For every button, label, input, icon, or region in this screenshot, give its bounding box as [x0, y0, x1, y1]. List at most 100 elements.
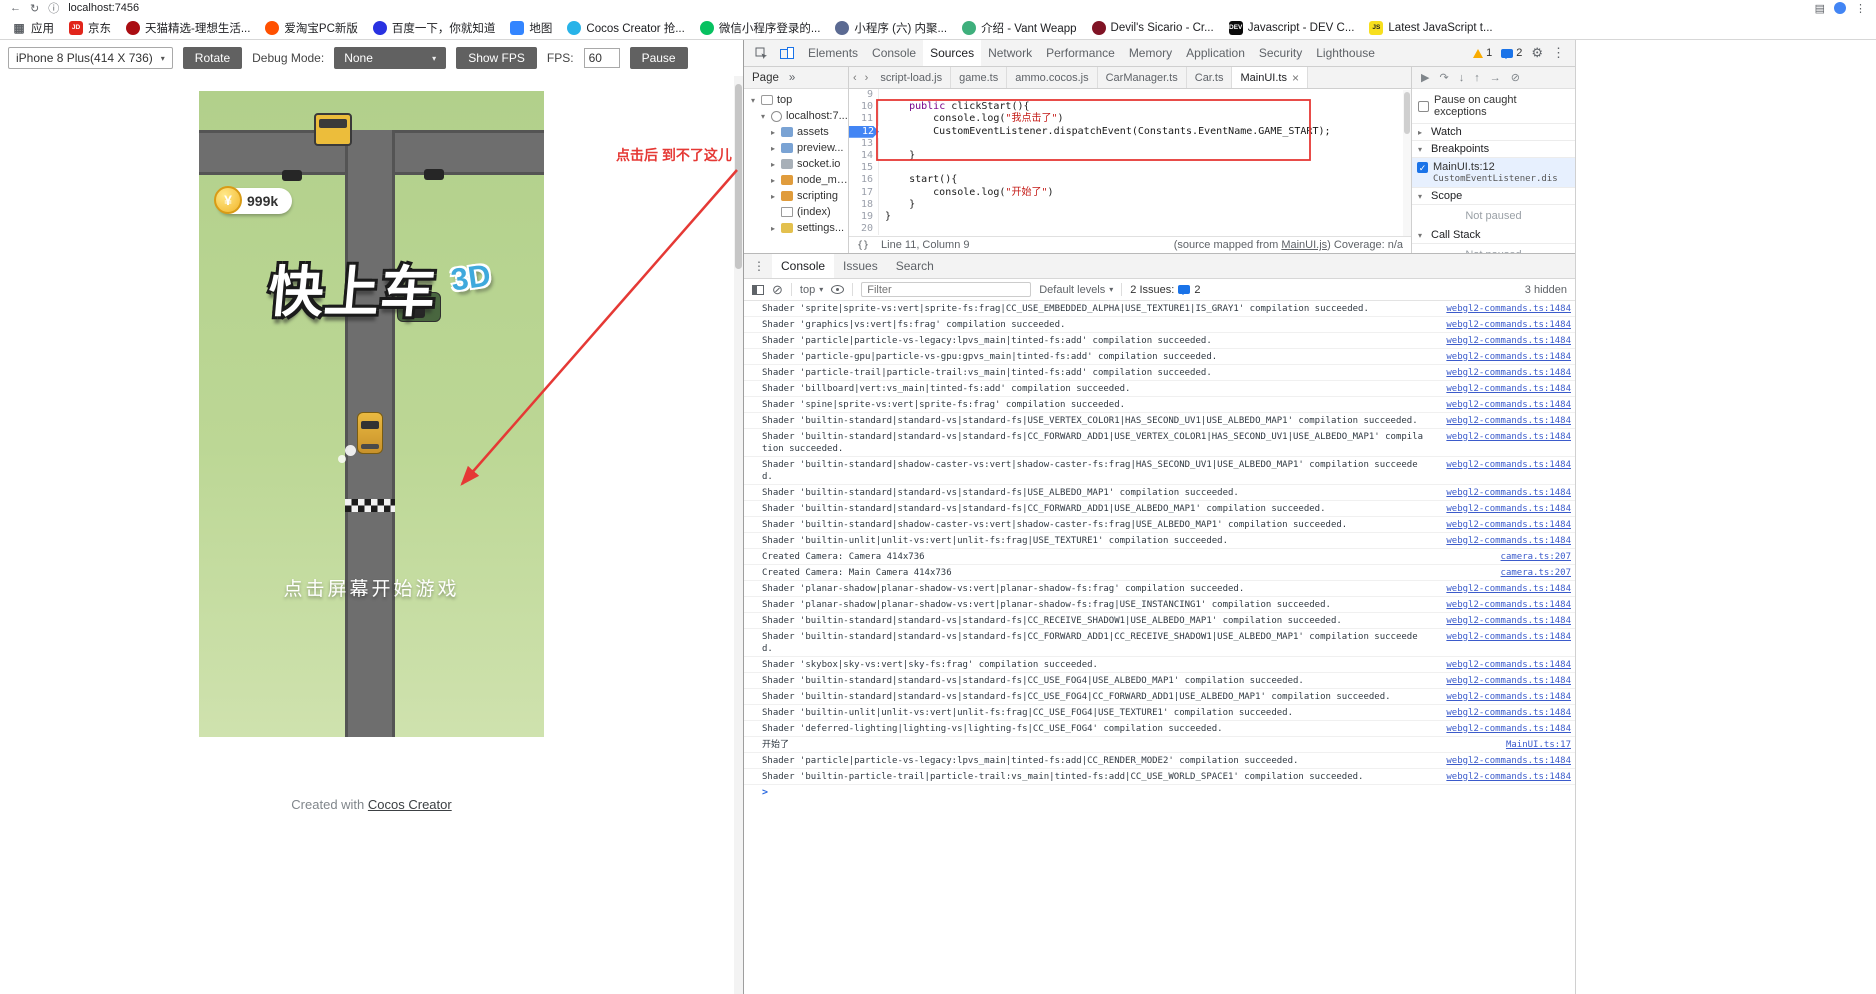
- step-over-icon[interactable]: ↷: [1439, 71, 1448, 84]
- game-canvas[interactable]: ¥ 999k 快上车 3D 点击屏幕开始游戏: [199, 91, 544, 737]
- show-fps-button[interactable]: Show FPS: [456, 47, 537, 69]
- step-icon[interactable]: →: [1490, 72, 1501, 84]
- device-select[interactable]: iPhone 8 Plus(414 X 736) ▾: [8, 47, 173, 69]
- line-number[interactable]: 20: [849, 223, 879, 236]
- log-levels-select[interactable]: Default levels ▾: [1039, 284, 1113, 296]
- file-tree-item[interactable]: ▾ localhost:7...: [744, 108, 848, 124]
- messages-badge[interactable]: 2: [1501, 47, 1522, 59]
- bookmark-item[interactable]: Devil's Sicario - Cr...: [1091, 20, 1214, 35]
- line-number[interactable]: 14: [849, 149, 879, 163]
- console-source-link[interactable]: webgl2-commands.ts:1484: [1431, 615, 1571, 627]
- pretty-print-icon[interactable]: {}: [857, 240, 869, 251]
- editor-tab-Car.ts[interactable]: Car.ts: [1187, 67, 1233, 88]
- warning-badge[interactable]: 1: [1473, 47, 1492, 59]
- bookmark-item[interactable]: Cocos Creator 抢...: [567, 20, 685, 36]
- console-source-link[interactable]: webgl2-commands.ts:1484: [1431, 335, 1571, 347]
- bookmark-item[interactable]: 天猫精选-理想生活...: [126, 20, 250, 36]
- navigator-tab-page[interactable]: Page: [752, 72, 779, 84]
- line-number[interactable]: 18: [849, 198, 879, 211]
- breakpoint-entry[interactable]: ✓ MainUI.ts:12 CustomEventListener.dis: [1412, 158, 1575, 188]
- line-number[interactable]: 9: [849, 89, 879, 102]
- devtools-tab-application[interactable]: Application: [1179, 40, 1252, 66]
- browser-menu-icon[interactable]: ⋮: [1855, 2, 1866, 15]
- editor-tab-ammo.cocos.js[interactable]: ammo.cocos.js: [1007, 67, 1098, 88]
- line-number[interactable]: 19: [849, 210, 879, 224]
- line-number[interactable]: 17: [849, 186, 879, 199]
- tap-to-start-hint[interactable]: 点击屏幕开始游戏: [199, 574, 544, 601]
- console-source-link[interactable]: camera.ts:207: [1431, 551, 1571, 563]
- debug-mode-select[interactable]: None ▾: [334, 47, 447, 69]
- pause-button[interactable]: Pause: [629, 47, 688, 69]
- file-tree-item[interactable]: ▸ preview...: [744, 140, 848, 156]
- console-source-link[interactable]: webgl2-commands.ts:1484: [1431, 415, 1571, 427]
- console-source-link[interactable]: webgl2-commands.ts:1484: [1431, 459, 1571, 471]
- editor-scrollbar[interactable]: [1403, 90, 1411, 236]
- console-source-link[interactable]: MainUI.ts:17: [1431, 739, 1571, 751]
- console-source-link[interactable]: webgl2-commands.ts:1484: [1431, 675, 1571, 687]
- console-source-link[interactable]: webgl2-commands.ts:1484: [1431, 487, 1571, 499]
- resume-icon[interactable]: ▶: [1421, 71, 1429, 84]
- file-tree-item[interactable]: ▾ top: [744, 92, 848, 108]
- line-number[interactable]: 10: [849, 101, 879, 114]
- console-source-link[interactable]: webgl2-commands.ts:1484: [1431, 431, 1571, 443]
- page-scrollbar-thumb[interactable]: [735, 84, 742, 269]
- line-number[interactable]: 16: [849, 174, 879, 187]
- editor-tab-MainUI.ts[interactable]: MainUI.ts ×: [1232, 67, 1308, 88]
- pause-on-exceptions-row[interactable]: Pause on caught exceptions: [1412, 89, 1575, 124]
- file-tree-item[interactable]: ▸ socket.io: [744, 156, 848, 172]
- settings-gear-icon[interactable]: ⚙: [1531, 45, 1543, 61]
- bookmark-item[interactable]: JD 京东: [69, 20, 111, 36]
- devtools-tab-memory[interactable]: Memory: [1122, 40, 1179, 66]
- line-number[interactable]: 13: [849, 137, 879, 150]
- console-source-link[interactable]: camera.ts:207: [1431, 567, 1571, 579]
- file-tree-item[interactable]: ▸ assets: [744, 124, 848, 140]
- devtools-tab-security[interactable]: Security: [1252, 40, 1309, 66]
- source-map-link[interactable]: MainUI.js: [1281, 239, 1327, 251]
- devtools-tab-sources[interactable]: Sources: [923, 40, 982, 66]
- drawer-tab-issues[interactable]: Issues: [834, 254, 887, 278]
- section-scope[interactable]: ▾ Scope: [1412, 188, 1575, 205]
- devtools-tab-network[interactable]: Network: [981, 40, 1039, 66]
- bookmark-item[interactable]: JS Latest JavaScript t...: [1369, 20, 1493, 35]
- editor-scrollbar-thumb[interactable]: [1404, 92, 1410, 134]
- console-sidebar-icon[interactable]: [752, 284, 764, 295]
- live-expression-eye-icon[interactable]: [831, 285, 845, 294]
- bookmark-item[interactable]: 小程序 (六) 内聚...: [835, 20, 947, 36]
- console-source-link[interactable]: webgl2-commands.ts:1484: [1431, 631, 1571, 643]
- line-number[interactable]: 15: [849, 162, 879, 175]
- scroll-tabs-left-icon[interactable]: ‹: [849, 67, 861, 88]
- file-tree-item[interactable]: (index): [744, 204, 848, 220]
- back-icon[interactable]: ←: [10, 2, 21, 14]
- devtools-tab-performance[interactable]: Performance: [1039, 40, 1122, 66]
- cocos-creator-link[interactable]: Cocos Creator: [368, 797, 452, 812]
- profile-avatar[interactable]: [1834, 2, 1846, 14]
- editor-tab-game.ts[interactable]: game.ts: [951, 67, 1008, 88]
- console-source-link[interactable]: webgl2-commands.ts:1484: [1431, 383, 1571, 395]
- info-icon[interactable]: ⓘ: [48, 0, 59, 16]
- console-prompt[interactable]: >: [744, 785, 1575, 800]
- console-source-link[interactable]: webgl2-commands.ts:1484: [1431, 755, 1571, 767]
- console-source-link[interactable]: webgl2-commands.ts:1484: [1431, 583, 1571, 595]
- console-source-link[interactable]: webgl2-commands.ts:1484: [1431, 659, 1571, 671]
- page-scrollbar[interactable]: [734, 76, 743, 994]
- devtools-tab-elements[interactable]: Elements: [801, 40, 865, 66]
- checkbox-unchecked-icon[interactable]: [1418, 100, 1429, 112]
- console-source-link[interactable]: webgl2-commands.ts:1484: [1431, 367, 1571, 379]
- console-source-link[interactable]: webgl2-commands.ts:1484: [1431, 319, 1571, 331]
- console-source-link[interactable]: webgl2-commands.ts:1484: [1431, 771, 1571, 783]
- checkbox-checked-icon[interactable]: ✓: [1417, 161, 1428, 173]
- console-source-link[interactable]: webgl2-commands.ts:1484: [1431, 707, 1571, 719]
- more-tabs-icon[interactable]: »: [789, 72, 795, 84]
- clear-console-icon[interactable]: ⊘: [772, 283, 783, 296]
- console-source-link[interactable]: webgl2-commands.ts:1484: [1431, 519, 1571, 531]
- bookmark-item[interactable]: 百度一下，你就知道: [372, 20, 495, 36]
- context-selector[interactable]: top ▾: [800, 284, 823, 296]
- bookmark-item[interactable]: 爱淘宝PC新版: [265, 20, 358, 36]
- bookmark-item[interactable]: DEV Javascript - DEV C...: [1228, 20, 1354, 35]
- console-source-link[interactable]: webgl2-commands.ts:1484: [1431, 399, 1571, 411]
- issues-chip[interactable]: 2 Issues: 2: [1130, 284, 1200, 296]
- section-watch[interactable]: ▸ Watch: [1412, 124, 1575, 141]
- console-source-link[interactable]: webgl2-commands.ts:1484: [1431, 535, 1571, 547]
- console-source-link[interactable]: webgl2-commands.ts:1484: [1431, 503, 1571, 515]
- bookmark-item[interactable]: 介绍 - Vant Weapp: [962, 20, 1077, 36]
